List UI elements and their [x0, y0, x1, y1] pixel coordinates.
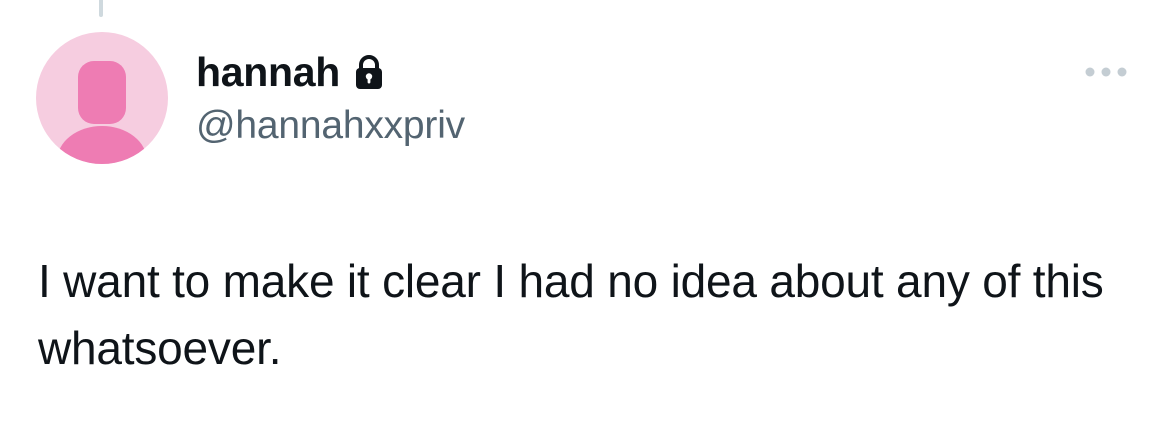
lock-icon [354, 54, 384, 90]
tweet-text: I want to make it clear I had no idea ab… [38, 255, 1104, 374]
author-handle[interactable]: @hannahxxpriv [196, 106, 465, 145]
display-name[interactable]: hannah [196, 51, 340, 93]
more-options-button[interactable] [1082, 60, 1130, 84]
avatar[interactable] [36, 32, 168, 164]
default-profile-icon [57, 61, 147, 164]
author-name-row[interactable]: hannah [196, 44, 384, 100]
thread-connector-line [99, 0, 103, 17]
more-options-icon [1085, 67, 1127, 77]
